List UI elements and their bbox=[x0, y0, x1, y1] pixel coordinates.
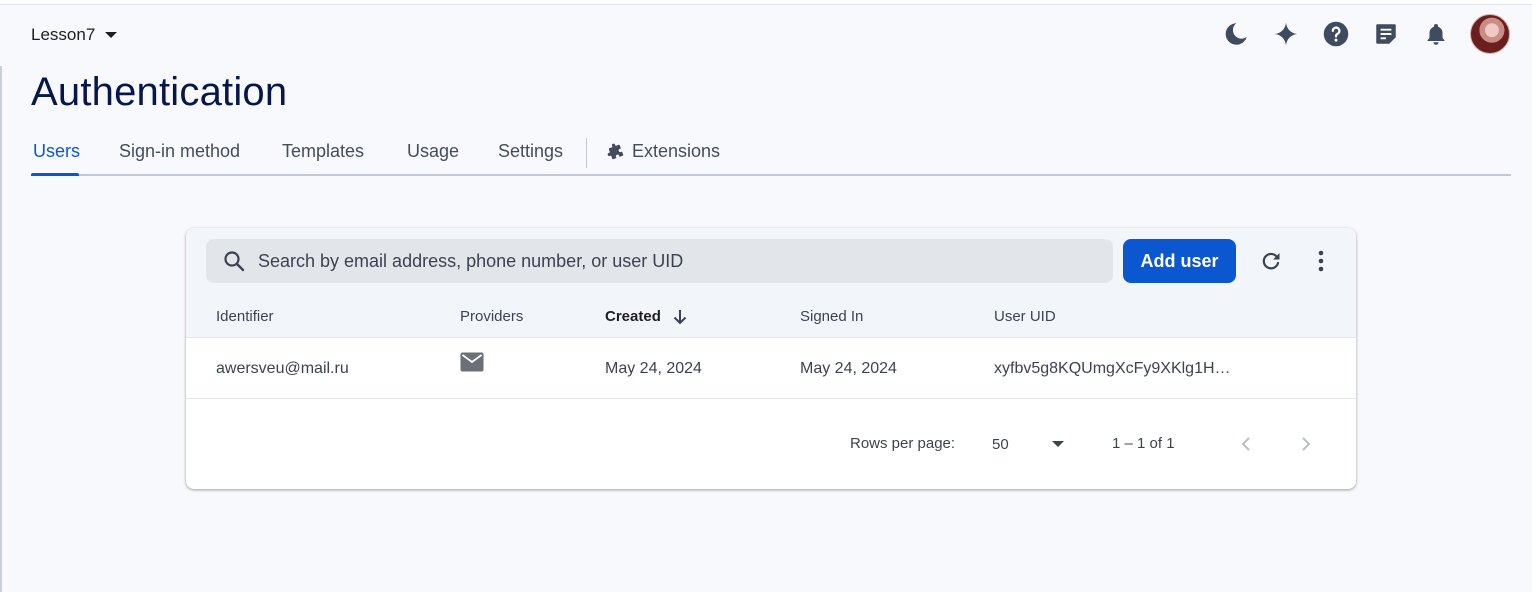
more-options-icon[interactable] bbox=[1306, 246, 1336, 276]
tab-divider bbox=[586, 138, 587, 168]
chevron-left-icon bbox=[1241, 437, 1250, 451]
tab-extensions[interactable]: Extensions bbox=[606, 141, 720, 162]
refresh-icon[interactable] bbox=[1256, 246, 1286, 276]
search-input[interactable] bbox=[258, 250, 1078, 272]
add-user-button[interactable]: Add user bbox=[1123, 239, 1236, 283]
header-actions bbox=[1218, 14, 1510, 54]
rows-per-page-value: 50 bbox=[992, 435, 1009, 453]
tab-bar: Users Sign-in method Templates Usage Set… bbox=[31, 128, 1511, 176]
pagination-range: 1 – 1 of 1 bbox=[1112, 435, 1175, 452]
project-switcher[interactable]: Lesson7 bbox=[31, 24, 118, 46]
tab-label: Sign-in method bbox=[119, 141, 241, 161]
bell-icon[interactable] bbox=[1418, 14, 1454, 54]
page-title: Authentication bbox=[31, 70, 288, 114]
project-name: Lesson7 bbox=[31, 25, 96, 44]
sidebar-edge bbox=[0, 66, 2, 592]
next-page-button[interactable] bbox=[1291, 429, 1321, 459]
rows-per-page-label: Rows per page: bbox=[850, 435, 956, 452]
tab-label: Extensions bbox=[632, 141, 721, 161]
moon-icon[interactable] bbox=[1218, 14, 1254, 54]
column-header-signed-in[interactable]: Signed In bbox=[800, 308, 863, 325]
email-icon bbox=[460, 352, 484, 372]
chevron-down-icon bbox=[1052, 441, 1064, 447]
tab-usage[interactable]: Usage bbox=[407, 141, 459, 162]
chevron-down-icon bbox=[105, 32, 118, 38]
tab-label: Users bbox=[33, 141, 81, 161]
column-header-label: Created bbox=[605, 308, 661, 325]
column-header-identifier[interactable]: Identifier bbox=[216, 308, 274, 325]
table-pagination: Rows per page: 50 1 – 1 of 1 bbox=[186, 399, 1356, 489]
table-row[interactable]: awersveu@mail.ru May 24, 2024 May 24, 20… bbox=[186, 338, 1356, 399]
avatar[interactable] bbox=[1470, 14, 1510, 54]
rows-per-page-select[interactable]: 50 bbox=[992, 431, 1064, 457]
tab-settings[interactable]: Settings bbox=[498, 141, 563, 162]
tab-sign-in-method[interactable]: Sign-in method bbox=[119, 141, 240, 162]
tab-label: Usage bbox=[407, 141, 460, 161]
active-tab-indicator bbox=[31, 173, 79, 176]
column-header-user-uid[interactable]: User UID bbox=[994, 308, 1056, 325]
tab-label: Templates bbox=[282, 141, 365, 161]
search-box[interactable] bbox=[206, 239, 1113, 283]
sparkle-icon[interactable] bbox=[1268, 14, 1304, 54]
users-card: Add user Identifier Providers Created Si… bbox=[186, 228, 1356, 489]
column-header-created[interactable]: Created bbox=[605, 308, 687, 325]
cell-user-uid: xyfbv5g8KQUmgXcFy9XKlg1H… bbox=[994, 360, 1231, 377]
extension-puzzle-icon bbox=[607, 143, 624, 159]
cell-identifier: awersveu@mail.ru bbox=[216, 360, 349, 377]
sort-descending-icon bbox=[673, 309, 687, 324]
window-top-edge bbox=[0, 0, 1532, 5]
tab-users[interactable]: Users bbox=[33, 141, 80, 162]
release-notes-icon[interactable] bbox=[1368, 14, 1404, 54]
cell-signed-in: May 24, 2024 bbox=[800, 360, 897, 377]
column-header-providers[interactable]: Providers bbox=[460, 308, 523, 325]
search-icon bbox=[224, 251, 245, 272]
chevron-right-icon bbox=[1302, 437, 1311, 451]
users-card-header: Add user Identifier Providers Created Si… bbox=[186, 228, 1356, 338]
cell-created: May 24, 2024 bbox=[605, 360, 702, 377]
previous-page-button[interactable] bbox=[1231, 429, 1261, 459]
help-icon[interactable] bbox=[1318, 14, 1354, 54]
tab-templates[interactable]: Templates bbox=[282, 141, 364, 162]
tab-label: Settings bbox=[498, 141, 564, 161]
